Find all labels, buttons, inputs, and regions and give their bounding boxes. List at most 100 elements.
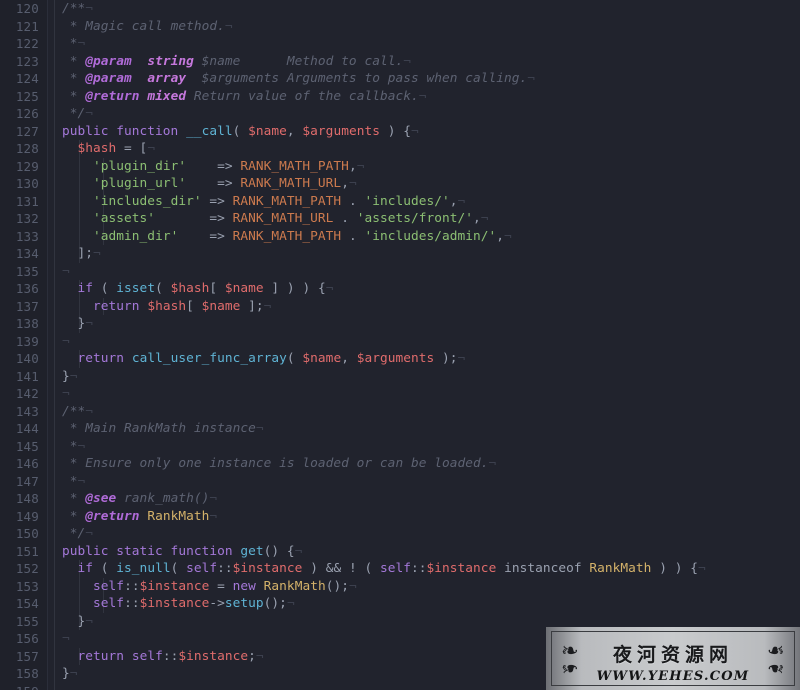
code-line[interactable]: */¬ <box>62 105 800 123</box>
code-line[interactable]: return call_user_func_array( $name, $arg… <box>62 350 800 368</box>
code-token: ( <box>170 561 187 576</box>
code-token: ]; <box>240 298 264 314</box>
code-token: ¬ <box>255 421 264 436</box>
code-line[interactable]: if ( isset( $hash[ $name ] ) ) {¬ <box>62 280 800 298</box>
code-token: , <box>449 193 458 209</box>
code-line[interactable]: */¬ <box>62 525 800 543</box>
line-number: 140 <box>15 351 39 366</box>
code-token: @return <box>85 88 140 104</box>
code-line[interactable]: *¬ <box>62 473 800 491</box>
code-line[interactable]: public function __call( $name, $argument… <box>62 123 800 141</box>
line-number: 137 <box>15 298 39 314</box>
code-token: $hash <box>170 281 210 296</box>
code-line[interactable]: ¬ <box>62 385 800 403</box>
code-line[interactable]: *¬ <box>62 35 800 53</box>
code-token: @return <box>85 508 140 524</box>
code-token: ¬ <box>147 141 156 156</box>
code-token: * Ensure only one instance is loaded or … <box>62 456 489 471</box>
code-line[interactable]: 'admin_dir' => RANK_MATH_PATH . 'include… <box>62 228 800 246</box>
code-token: */ <box>62 526 86 541</box>
code-token: ¬ <box>294 543 303 559</box>
code-token: RankMath <box>263 578 326 594</box>
code-token: ¬ <box>697 561 706 576</box>
code-token: ¬ <box>325 281 334 296</box>
code-token: ¬ <box>77 473 86 489</box>
code-token: ; <box>248 648 256 664</box>
code-line[interactable]: * @return RankMath¬ <box>62 508 800 526</box>
code-token: /** <box>62 1 86 16</box>
code-line[interactable]: * @see rank_math()¬ <box>62 490 800 508</box>
code-line[interactable]: * Ensure only one instance is loaded or … <box>62 455 800 473</box>
code-line[interactable]: 'plugin_url' => RANK_MATH_URL,¬ <box>62 175 800 193</box>
code-line[interactable]: return $hash[ $name ];¬ <box>62 298 800 316</box>
code-token: ¬ <box>62 333 70 349</box>
code-token: $name <box>248 123 287 139</box>
code-token: 'admin_dir' <box>93 228 179 244</box>
code-token: [ <box>186 298 202 314</box>
code-token: * <box>62 438 78 454</box>
code-line[interactable]: * Main RankMath instance¬ <box>62 420 800 438</box>
code-token: . <box>341 228 365 244</box>
code-line[interactable]: ¬ <box>62 333 800 351</box>
line-number: 142 <box>15 386 39 401</box>
code-token: @param <box>85 71 132 86</box>
code-token: $arguments <box>356 351 435 366</box>
code-line[interactable]: if ( is_null( self::$instance ) && ! ( s… <box>62 560 800 578</box>
code-token: RANK_MATH_PATH <box>240 158 349 174</box>
code-token: return <box>77 351 125 366</box>
code-line[interactable]: self::$instance->setup();¬ <box>62 595 800 613</box>
code-token: ¬ <box>209 508 218 524</box>
code-line[interactable]: 'assets' => RANK_MATH_URL . 'assets/fron… <box>62 210 800 228</box>
code-token: isset <box>116 281 156 296</box>
code-token: self <box>93 596 125 611</box>
code-line[interactable]: 'includes_dir' => RANK_MATH_PATH . 'incl… <box>62 193 800 211</box>
code-token: ( <box>93 281 117 296</box>
code-token: @see <box>85 491 117 506</box>
code-line[interactable]: }¬ <box>62 368 800 386</box>
line-number: 159 <box>0 683 48 690</box>
code-lines[interactable]: /**¬ * Magic call method.¬ *¬ * @param s… <box>48 0 800 690</box>
code-token: RANK_MATH_URL <box>240 176 342 191</box>
code-line[interactable]: ];¬ <box>62 245 800 263</box>
code-content-area[interactable]: /**¬ * Magic call method.¬ *¬ * @param s… <box>48 0 800 690</box>
watermark-site-url: WWW.YEHES.COM <box>596 669 750 684</box>
code-token: :: <box>217 561 233 576</box>
code-editor: 120 121 122 123 124 125 126 127 128 129 130 131 132 1… <box>0 0 800 690</box>
code-line[interactable]: }¬ <box>62 315 800 333</box>
code-line[interactable]: /**¬ <box>62 403 800 421</box>
line-number: 125 <box>15 88 39 104</box>
code-token: ¬ <box>62 684 70 690</box>
code-token: , <box>496 228 505 244</box>
code-line[interactable]: * @param array $arguments Arguments to p… <box>62 70 800 88</box>
code-line[interactable]: /**¬ <box>62 0 800 18</box>
code-token: * <box>62 88 86 104</box>
code-line[interactable]: public static function get() {¬ <box>62 543 800 561</box>
code-token: $name <box>201 298 241 314</box>
code-line[interactable]: self::$instance = new RankMath();¬ <box>62 578 800 596</box>
line-number: 126 <box>15 106 39 121</box>
code-line[interactable]: * @param string $name Method to call.¬ <box>62 53 800 71</box>
code-token: ¬ <box>85 403 94 419</box>
code-token: 'includes/' <box>364 193 450 209</box>
code-token: ¬ <box>69 368 78 384</box>
code-token: 'assets' <box>93 211 156 226</box>
line-number: 133 <box>15 228 39 244</box>
code-token: ¬ <box>62 386 70 401</box>
line-number: 129 <box>15 158 39 174</box>
line-number-gutter[interactable]: 120 121 122 123 124 125 126 127 128 129 130 131 132 1… <box>0 0 48 690</box>
code-token: ¬ <box>77 36 86 51</box>
code-line[interactable]: *¬ <box>62 438 800 456</box>
code-line[interactable]: * Magic call method.¬ <box>62 18 800 36</box>
code-line[interactable]: * @return mixed Return value of the call… <box>62 88 800 106</box>
code-token: } <box>62 316 86 331</box>
code-token: ¬ <box>85 526 94 541</box>
watermark-overlay: ❧ ❧ ❧ ❧ 夜河资源网 WWW.YEHES.COM <box>546 627 800 690</box>
code-line[interactable]: $hash = [¬ <box>62 140 800 158</box>
code-line[interactable]: 'plugin_dir' => RANK_MATH_PATH,¬ <box>62 158 800 176</box>
code-line[interactable]: ¬ <box>62 263 800 281</box>
